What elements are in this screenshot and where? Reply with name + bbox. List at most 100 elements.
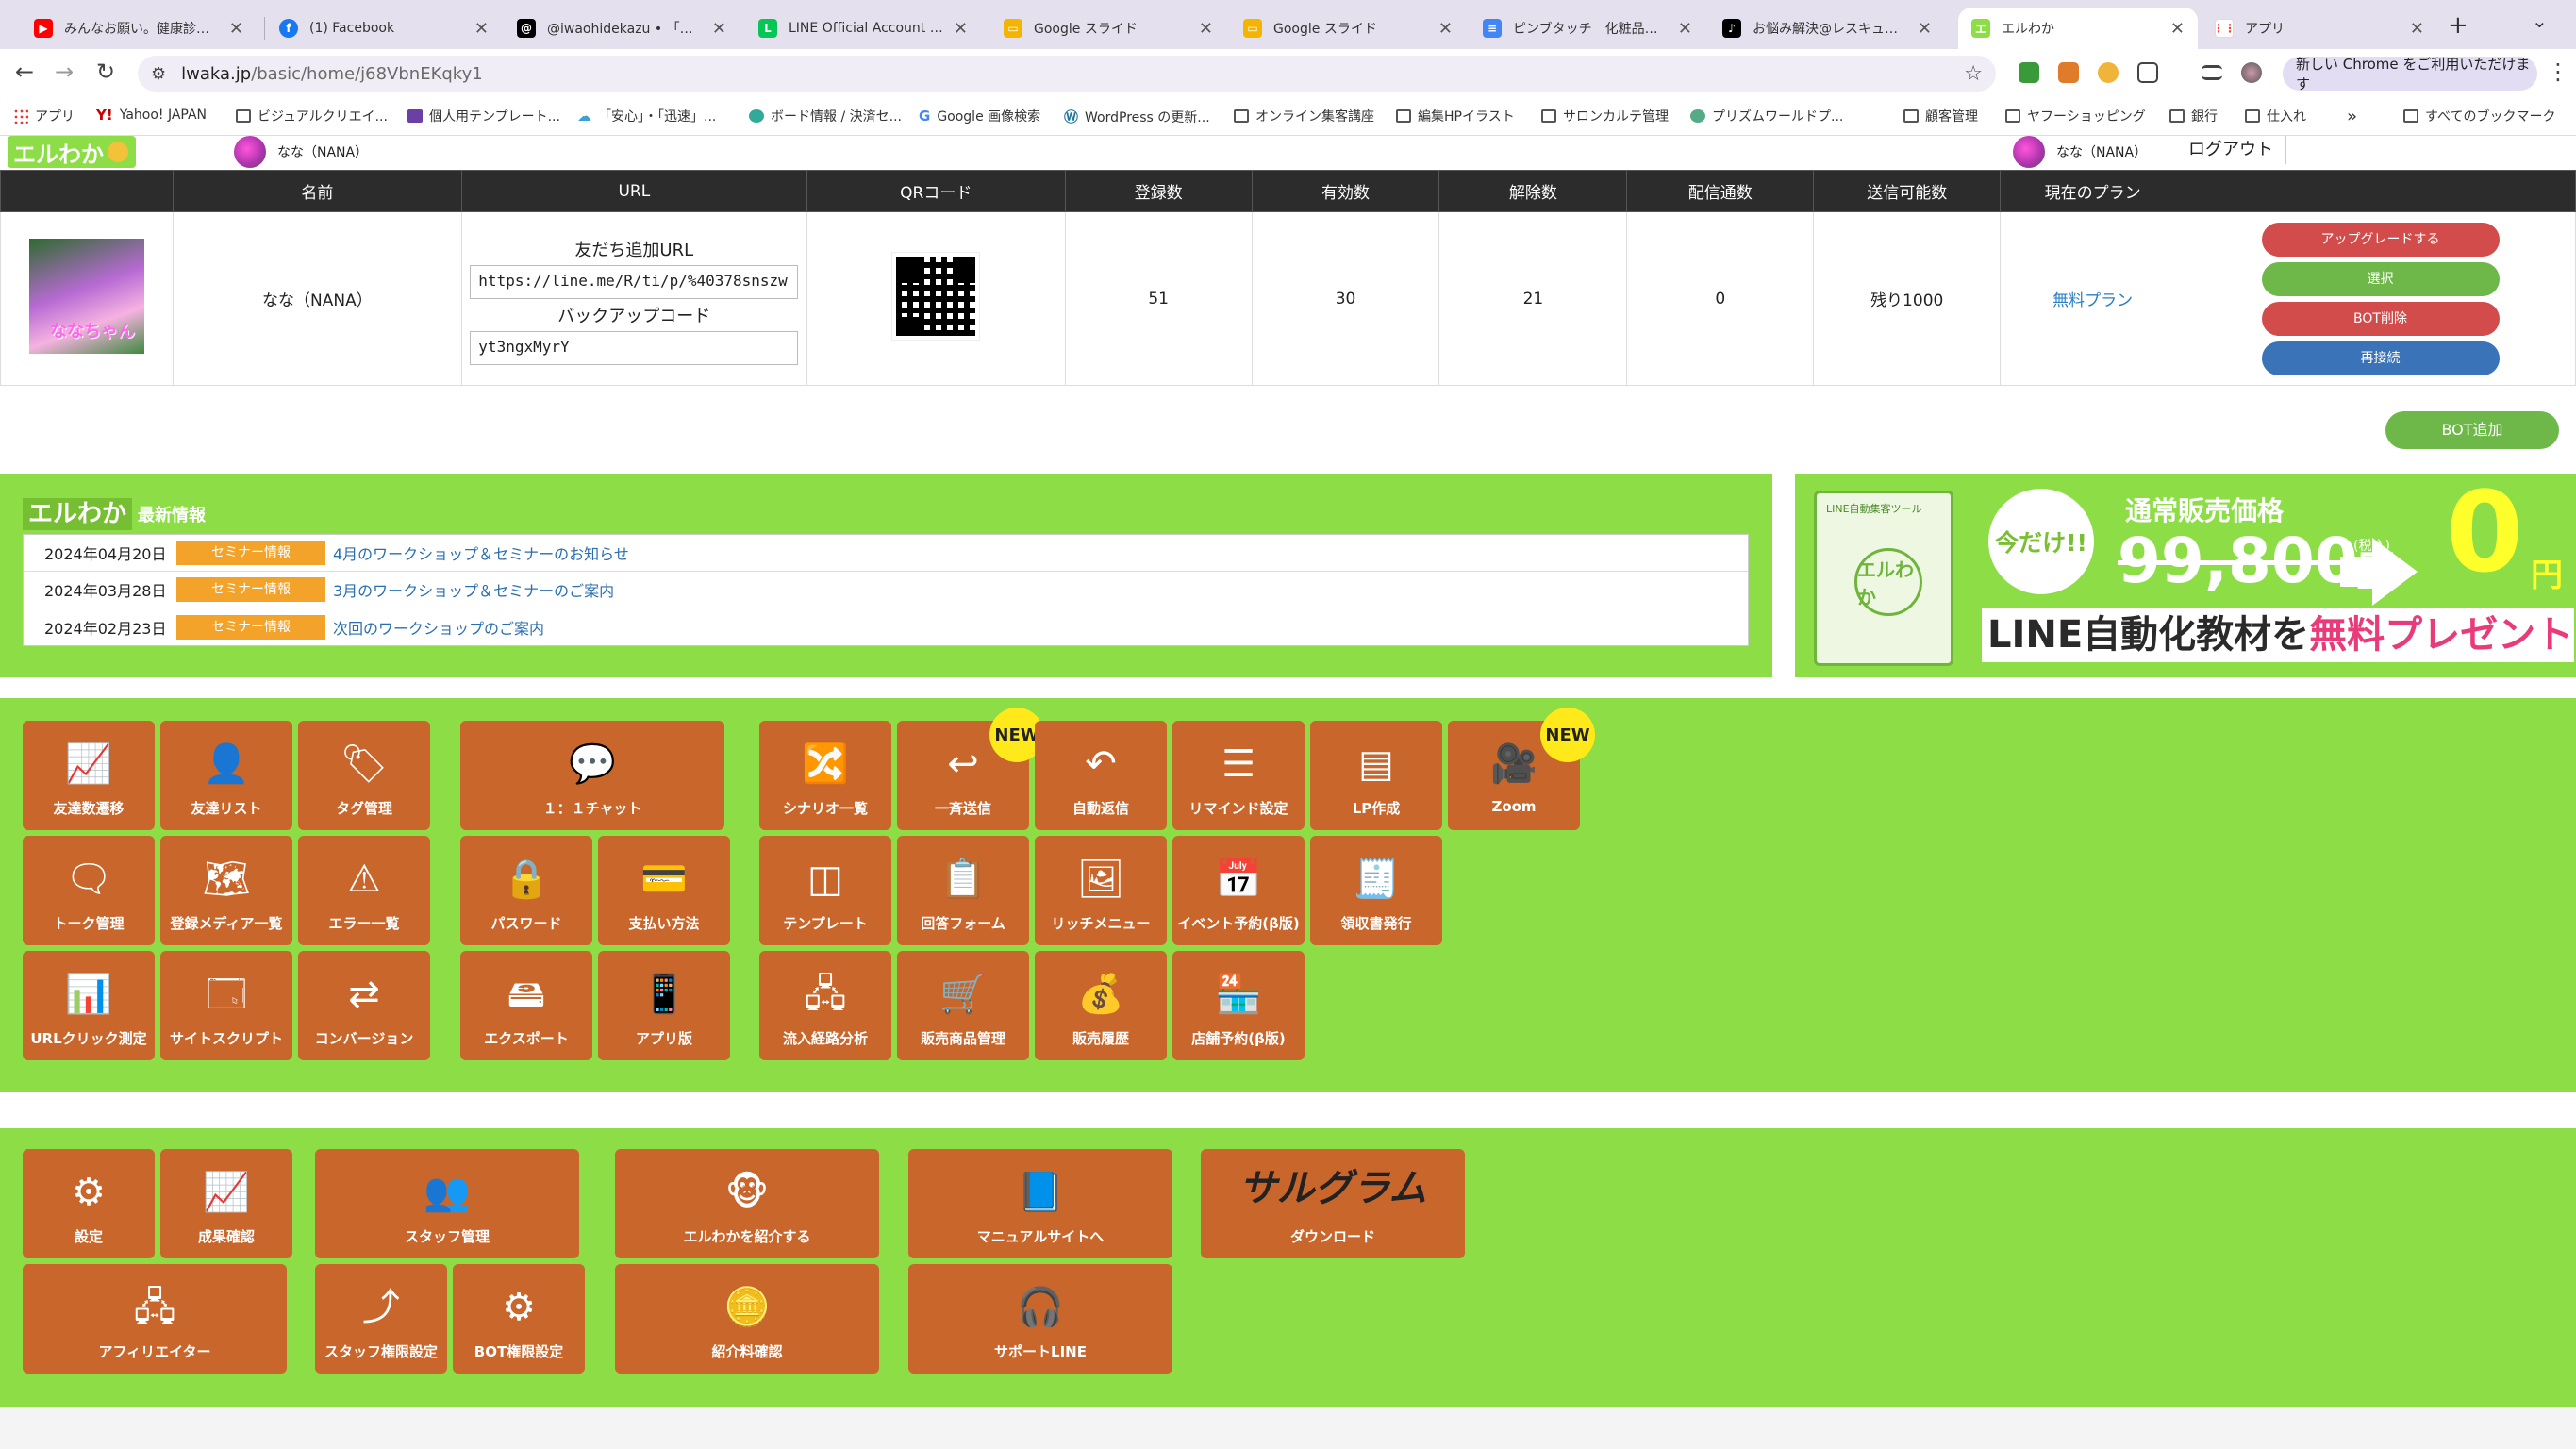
plan-link[interactable]: 無料プラン [2052,291,2133,310]
close-icon[interactable]: ✕ [1918,19,1932,39]
select-button[interactable]: 選択 [2261,261,2500,296]
reload-icon[interactable]: ↻ [96,58,115,85]
account-chip-right[interactable]: なな（NANA） [2013,136,2147,168]
browser-tab[interactable]: ▭ Google スライド ✕ [1230,8,1466,49]
tile-map[interactable]: 🗺 登録メディア一覧 [160,836,292,945]
bookmark-item[interactable]: 個人用テンプレート... [407,107,560,125]
bookmark-folder[interactable]: オンライン集客講座 [1234,107,1374,125]
browser-tab[interactable]: ⋮⋮ アプリ ✕ [2202,8,2437,49]
tile-image[interactable]: 🖼 リッチメニュー [1035,836,1167,945]
chrome-update-button[interactable]: 新しい Chrome をご利用いただけます [2283,56,2537,92]
tile-smartphone[interactable]: 📱 アプリ版 [598,951,730,1060]
tile-lock[interactable]: 🔒 パスワード [460,836,592,945]
bookmark-folder[interactable]: サロンカルテ管理 [1541,107,1669,125]
bookmark-item[interactable]: G Google 画像検索 [919,107,1040,125]
tile-bar-chart-search[interactable]: 📊 URLクリック測定 [23,951,155,1060]
tile-headset[interactable]: 🎧 サポートLINE [908,1264,1172,1374]
bookmark-item[interactable]: Ⓦ WordPress の更新... [1064,107,1210,126]
tile-coins[interactable]: 🪙 紹介料確認 [615,1264,879,1374]
puzzle-extensions-icon[interactable] [2137,62,2158,83]
metamask-icon[interactable] [2058,62,2079,83]
bookmark-item[interactable]: ボード情報 / 決済セ... [749,107,902,125]
browser-tab[interactable]: ♪ お悩み解決@レスキュー美 ✕ [1709,8,1945,49]
tile-sarugram[interactable]: サルグラム ダウンロード [1201,1149,1465,1258]
bookmark-item[interactable]: Y! Yahoo! JAPAN [96,107,207,124]
tile-comment[interactable]: 🗨 トーク管理 [23,836,155,945]
browser-tab[interactable]: ▶ みんなお願い。健康診断行こ ✕ [21,8,257,49]
extension-icon[interactable] [2098,62,2119,83]
address-bar[interactable]: ⚙ lwaka.jp/basic/home/j68VbnEKqky1 ☆ [138,56,1996,92]
browser-tab[interactable]: @ @iwaohidekazu • 「また ✕ [504,8,740,49]
bookmark-folder[interactable]: ヤフーショッピング [2005,107,2146,125]
news-link[interactable]: 3月のワークショップ＆セミナーのご案内 [333,578,614,601]
tile-shuffle[interactable]: 🔀 シナリオ一覧 [759,721,891,830]
browser-tab[interactable]: ▭ Google スライド ✕ [990,8,1226,49]
delete-bot-button[interactable]: BOT削除 [2261,301,2500,336]
list-item[interactable]: 2024年04月20日 セミナー情報 4月のワークショップ＆セミナーのお知らせ [24,535,1748,572]
browser-menu-icon[interactable]: ⋮ [2547,58,2569,85]
close-icon[interactable]: ✕ [1199,19,1213,39]
tile-webpage[interactable]: ▤ LP作成 [1310,721,1442,830]
qr-code-image[interactable] [891,252,981,341]
tile-warning[interactable]: ⚠ エラー一覧 [298,836,430,945]
tile-gears[interactable]: ⚙ 設定 [23,1149,155,1258]
site-info-icon[interactable]: ⚙ [151,64,166,84]
forward-arrow-icon[interactable]: → [55,58,74,85]
tile-network[interactable]: 🖧 アフィリエイター [23,1264,287,1374]
browser-tab-active[interactable]: エ エルわか ✕ [1958,8,2198,49]
tile-cog[interactable]: ⚙ BOT権限設定 [453,1264,585,1374]
upgrade-button[interactable]: アップグレードする [2261,222,2500,257]
tile-exchange[interactable]: ⇄ コンバージョン [298,951,430,1060]
tile-user[interactable]: 👤 友達リスト [160,721,292,830]
tile-reply[interactable]: ↩ 一斉送信 NEW [897,708,1044,830]
bookmark-item[interactable]: アプリ [13,107,75,125]
bookmark-star-icon[interactable]: ☆ [1964,62,1983,86]
tile-video-camera[interactable]: 🎥 Zoom NEW [1448,708,1595,830]
backup-code-field[interactable]: yt3ngxMyrY [470,330,799,365]
close-icon[interactable]: ✕ [474,19,489,39]
bookmark-folder[interactable]: 銀行 [2169,107,2218,125]
tile-share[interactable]: ⤴ スタッフ権限設定 [315,1264,447,1374]
tile-form[interactable]: 📋 回答フォーム [897,836,1029,945]
tile-book[interactable]: 📘 マニュアルサイトへ [908,1149,1172,1258]
tile-store[interactable]: 🏪 店舗予約(β版) [1172,951,1305,1060]
new-tab-button[interactable]: + [2448,11,2468,40]
bookmark-folder[interactable]: 顧客管理 [1903,107,1978,125]
tile-monkey[interactable]: 🐵 エルわかを紹介する [615,1149,879,1258]
tile-list[interactable]: ☰ リマインド設定 [1172,721,1305,830]
bookmarks-overflow-icon[interactable]: » [2347,107,2357,126]
profile-avatar[interactable] [2241,62,2262,83]
tile-browser-window[interactable]: 🗔 サイトスクリプト [160,951,292,1060]
bookmark-folder[interactable]: 仕入れ [2245,107,2306,125]
reading-list-icon[interactable] [2202,65,2222,80]
tile-presentation[interactable]: 📈 成果確認 [160,1149,292,1258]
close-icon[interactable]: ✕ [2410,19,2424,39]
bookmark-folder[interactable]: ビジュアルクリエイ... [236,107,388,125]
news-link[interactable]: 次回のワークショップのご案内 [333,616,544,639]
all-bookmarks-folder[interactable]: すべてのブックマーク [2403,107,2555,125]
close-icon[interactable]: ✕ [1678,19,1692,39]
list-item[interactable]: 2024年03月28日 セミナー情報 3月のワークショップ＆セミナーのご案内 [24,572,1748,608]
tile-line-chart[interactable]: 📈 友達数遷移 [23,721,155,830]
tile-columns[interactable]: ◫ テンプレート [759,836,891,945]
tile-sitemap[interactable]: 🖧 流入経路分析 [759,951,891,1060]
tab-search-chevron-icon[interactable]: ⌄ [2532,9,2548,32]
close-icon[interactable]: ✕ [1438,19,1453,39]
list-item[interactable]: 2024年02月23日 セミナー情報 次回のワークショップのご案内 [24,608,1748,645]
close-icon[interactable]: ✕ [229,19,243,39]
extension-icon[interactable] [2019,62,2039,83]
bookmark-item[interactable]: ☁ 「安心」・「迅速」... [577,107,716,125]
back-arrow-icon[interactable]: ← [15,58,34,85]
tile-calendar[interactable]: 📅 イベント予約(β版) [1172,836,1305,945]
news-link[interactable]: 4月のワークショップ＆セミナーのお知らせ [333,541,629,564]
tile-credit-card[interactable]: 💳 支払い方法 [598,836,730,945]
tile-hard-drive[interactable]: 🖴 エクスポート [460,951,592,1060]
friend-url-field[interactable]: https://line.me/R/ti/p/%40378snszw [470,264,799,299]
close-icon[interactable]: ✕ [2170,19,2185,39]
reconnect-button[interactable]: 再接続 [2261,341,2500,375]
tile-tags[interactable]: 🏷 タグ管理 [298,721,430,830]
close-icon[interactable]: ✕ [712,19,726,39]
browser-tab[interactable]: f (1) Facebook ✕ [266,8,502,49]
close-icon[interactable]: ✕ [954,19,968,39]
tile-undo[interactable]: ↶ 自動返信 [1035,721,1167,830]
